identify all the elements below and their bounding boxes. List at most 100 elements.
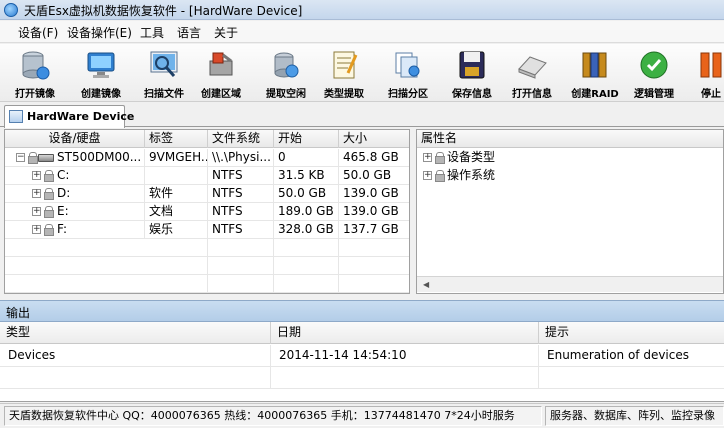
scan-file-label: 扫描文件 bbox=[144, 89, 184, 100]
device-name: D: bbox=[53, 185, 145, 203]
scan-partition-label: 扫描分区 bbox=[388, 89, 428, 100]
empty-cell bbox=[145, 239, 208, 257]
expand-icon[interactable]: + bbox=[32, 189, 41, 198]
type-extract-label: 类型提取 bbox=[324, 89, 364, 100]
lock-icon bbox=[44, 206, 54, 218]
save-info-button[interactable]: 保存信息 bbox=[441, 46, 503, 100]
create-region-icon bbox=[209, 52, 233, 76]
col-label-header[interactable]: 标签 bbox=[145, 130, 208, 148]
table-row[interactable]: + C: NTFS 31.5 KB 50.0 GB bbox=[5, 167, 409, 185]
table-row[interactable]: − ST500DM00... 9VMGEH... \\.\Physi... 0 … bbox=[5, 149, 409, 167]
open-info-icon bbox=[518, 56, 547, 79]
menu-language[interactable]: 语言 bbox=[177, 24, 201, 41]
device-size: 137.7 GB bbox=[339, 221, 409, 239]
stop-label: 停止 bbox=[701, 89, 721, 100]
table-row[interactable]: + D: 软件 NTFS 50.0 GB 139.0 GB bbox=[5, 185, 409, 203]
open-info-label: 打开信息 bbox=[512, 89, 552, 100]
empty-row bbox=[5, 239, 409, 257]
status-contact-info: 天盾数据恢复软件中心 QQ：4000076365 热线：4000076365 手… bbox=[4, 406, 542, 426]
output-date: 2014-11-14 14:54:10 bbox=[271, 345, 539, 367]
create-image-label: 创建镜像 bbox=[81, 89, 121, 100]
expand-icon[interactable]: + bbox=[32, 171, 41, 180]
expand-icon[interactable]: + bbox=[423, 171, 432, 180]
table-row[interactable]: + E: 文档 NTFS 189.0 GB 139.0 GB bbox=[5, 203, 409, 221]
table-row[interactable]: Devices 2014-11-14 14:54:10 Enumeration … bbox=[0, 345, 724, 367]
extract-free-label: 提取空闲 bbox=[266, 89, 306, 100]
lock-icon bbox=[435, 152, 445, 164]
create-image-icon bbox=[87, 52, 115, 78]
lock-icon bbox=[435, 170, 445, 182]
property-device-type: 设备类型 bbox=[447, 150, 496, 164]
scroll-left-icon[interactable]: ◀ bbox=[423, 280, 429, 289]
stop-button[interactable]: 停止 bbox=[680, 46, 724, 100]
property-name-header[interactable]: 属性名 bbox=[417, 130, 723, 148]
empty-cell bbox=[274, 275, 339, 293]
type-extract-button[interactable]: 类型提取 bbox=[313, 46, 375, 100]
create-raid-label: 创建RAID bbox=[571, 89, 619, 100]
output-type: Devices bbox=[0, 345, 271, 367]
stop-icon bbox=[700, 52, 722, 78]
col-device-header[interactable]: 设备/硬盘 bbox=[5, 130, 145, 148]
device-label: 9VMGEH... bbox=[145, 149, 208, 167]
empty-cell bbox=[271, 367, 539, 389]
property-operating-system: 操作系统 bbox=[447, 168, 496, 182]
device-name: C: bbox=[53, 167, 145, 185]
horizontal-scrollbar[interactable]: ◀ bbox=[417, 276, 723, 292]
open-info-button[interactable]: 打开信息 bbox=[501, 46, 563, 100]
create-image-button[interactable]: 创建镜像 bbox=[70, 46, 132, 100]
app-icon bbox=[4, 3, 18, 17]
logic-manage-label: 逻辑管理 bbox=[634, 89, 674, 100]
property-item[interactable]: + 操作系统 bbox=[417, 167, 723, 185]
extract-free-button[interactable]: 提取空闲 bbox=[255, 46, 317, 100]
title-bar: 天盾Esx虚拟机数据恢复软件 - [HardWare Device] bbox=[0, 0, 724, 20]
device-label: 软件 bbox=[145, 185, 208, 203]
col-type-header[interactable]: 类型 bbox=[0, 322, 271, 344]
logic-manage-button[interactable]: 逻辑管理 bbox=[623, 46, 685, 100]
expand-icon[interactable]: + bbox=[32, 225, 41, 234]
device-name: E: bbox=[53, 203, 145, 221]
col-size-header[interactable]: 大小 bbox=[339, 130, 409, 148]
save-info-label: 保存信息 bbox=[452, 89, 492, 100]
property-item[interactable]: + 设备类型 bbox=[417, 149, 723, 167]
menu-bar: 设备(F) 设备操作(E) 工具 语言 关于 bbox=[0, 21, 724, 43]
col-filesystem-header[interactable]: 文件系统 bbox=[208, 130, 274, 148]
collapse-icon[interactable]: − bbox=[16, 153, 25, 162]
col-hint-header[interactable]: 提示 bbox=[539, 322, 724, 344]
extract-free-icon bbox=[274, 52, 299, 78]
create-raid-button[interactable]: 创建RAID bbox=[564, 46, 626, 100]
empty-cell bbox=[274, 239, 339, 257]
device-start: 0 bbox=[274, 149, 339, 167]
menu-about[interactable]: 关于 bbox=[214, 24, 238, 41]
device-size: 139.0 GB bbox=[339, 185, 409, 203]
scan-file-icon bbox=[150, 51, 178, 77]
expand-icon[interactable]: + bbox=[423, 153, 432, 162]
col-start-header[interactable]: 开始 bbox=[274, 130, 339, 148]
tab-hardware-device[interactable]: HardWare Device bbox=[4, 105, 134, 128]
save-info-icon bbox=[459, 51, 485, 79]
device-name: ST500DM00... bbox=[53, 149, 145, 167]
scan-partition-button[interactable]: 扫描分区 bbox=[377, 46, 439, 100]
device-name: F: bbox=[53, 221, 145, 239]
device-filesystem: \\.\Physi... bbox=[208, 149, 274, 167]
device-filesystem: NTFS bbox=[208, 185, 274, 203]
lock-icon bbox=[44, 224, 54, 236]
scan-file-button[interactable]: 扫描文件 bbox=[133, 46, 195, 100]
lock-icon bbox=[44, 188, 54, 200]
open-image-label: 打开镜像 bbox=[15, 89, 55, 100]
device-start: 31.5 KB bbox=[274, 167, 339, 185]
expand-icon[interactable]: + bbox=[32, 207, 41, 216]
menu-device-operations[interactable]: 设备操作(E) bbox=[67, 24, 132, 41]
lock-icon bbox=[44, 170, 54, 182]
window-title: 天盾Esx虚拟机数据恢复软件 - [HardWare Device] bbox=[24, 4, 303, 18]
open-image-button[interactable]: 打开镜像 bbox=[4, 46, 66, 100]
table-row[interactable]: + F: 娱乐 NTFS 328.0 GB 137.7 GB bbox=[5, 221, 409, 239]
device-filesystem: NTFS bbox=[208, 167, 274, 185]
col-date-header[interactable]: 日期 bbox=[271, 322, 539, 344]
create-region-button[interactable]: 创建区域 bbox=[190, 46, 252, 100]
device-start: 50.0 GB bbox=[274, 185, 339, 203]
device-size: 465.8 GB bbox=[339, 149, 409, 167]
empty-row bbox=[5, 275, 409, 293]
empty-cell bbox=[0, 367, 271, 389]
menu-device[interactable]: 设备(F) bbox=[18, 24, 58, 41]
menu-tools[interactable]: 工具 bbox=[140, 24, 164, 41]
